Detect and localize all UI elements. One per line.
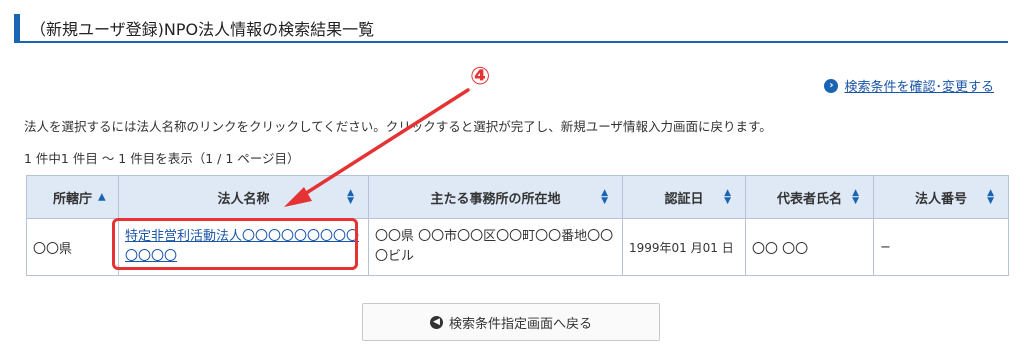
page-header: （新規ユーザ登録)NPO法人情報の検索結果一覧 xyxy=(14,14,1008,43)
result-count: 1 件中1 件目 〜 1 件目を表示（1 / 1 ページ目） xyxy=(24,151,300,166)
chevron-right-icon: › xyxy=(824,78,839,93)
sort-icon[interactable]: ▲ ▼ xyxy=(987,189,994,206)
column-header-name[interactable]: 法人名称 ▲ ▼ xyxy=(118,175,369,219)
back-arrow-icon: ◀ xyxy=(429,315,443,329)
header-accent-bar xyxy=(14,14,20,41)
cell-address: 〇〇県 〇〇市〇〇区〇〇町〇〇番地〇〇〇ビル xyxy=(368,218,623,276)
back-to-search-label: 検索条件指定画面へ戻る xyxy=(448,316,592,332)
results-table: 所轄庁 ▲ 法人名称 ▲ ▼ 主たる事務所の所在地 ▲ ▼ 認証日 ▲ ▼ 代表者氏名 … xyxy=(26,175,1009,276)
sort-icon[interactable]: ▲ ▼ xyxy=(724,189,731,206)
page-title: （新規ユーザ登録)NPO法人情報の検索結果一覧 xyxy=(30,20,375,39)
table-row: 〇〇県 特定非営利活動法人〇〇〇〇〇〇〇〇〇〇〇〇〇 〇〇県 〇〇市〇〇区〇〇町… xyxy=(26,218,1009,276)
annotation-step-number: ④ xyxy=(470,62,491,90)
instruction-text: 法人を選択するには法人名称のリンクをクリックしてください。クリックすると選択が完… xyxy=(24,119,772,134)
sort-icon[interactable]: ▲ ▼ xyxy=(852,189,859,206)
annotation-arrow xyxy=(284,88,470,207)
column-header-representative[interactable]: 代表者氏名 ▲ ▼ xyxy=(745,175,874,219)
change-search-conditions-link[interactable]: › 検索条件を確認･変更する xyxy=(824,76,994,95)
sort-ascending-icon[interactable]: ▲ xyxy=(98,192,106,203)
sort-icon[interactable]: ▲ ▼ xyxy=(347,189,354,206)
cell-name: 特定非営利活動法人〇〇〇〇〇〇〇〇〇〇〇〇〇 xyxy=(118,218,369,276)
table-header-row: 所轄庁 ▲ 法人名称 ▲ ▼ 主たる事務所の所在地 ▲ ▼ 認証日 ▲ ▼ 代表者氏名 … xyxy=(26,175,1009,219)
column-header-date[interactable]: 認証日 ▲ ▼ xyxy=(622,175,746,219)
cell-agency: 〇〇県 xyxy=(26,218,119,276)
column-header-agency[interactable]: 所轄庁 ▲ xyxy=(26,175,119,219)
corporation-name-link[interactable]: 特定非営利活動法人〇〇〇〇〇〇〇〇〇〇〇〇〇 xyxy=(125,229,359,264)
cell-representative: 〇〇 〇〇 xyxy=(745,218,874,276)
back-to-search-button[interactable]: ◀ 検索条件指定画面へ戻る xyxy=(362,303,660,341)
sort-icon[interactable]: ▲ ▼ xyxy=(601,189,608,206)
column-header-corp-number[interactable]: 法人番号 ▲ ▼ xyxy=(873,175,1009,219)
change-search-conditions-label: 検索条件を確認･変更する xyxy=(844,80,994,95)
cell-date: 1999年01 月01 日 xyxy=(622,218,746,276)
cell-corp-number: − xyxy=(873,218,1009,276)
column-header-address[interactable]: 主たる事務所の所在地 ▲ ▼ xyxy=(368,175,623,219)
